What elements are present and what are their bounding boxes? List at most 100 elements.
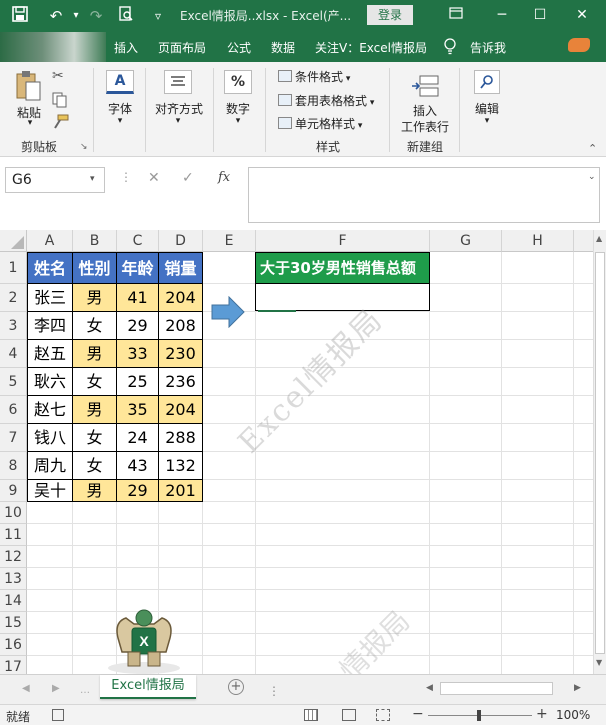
tab-page-layout[interactable]: 页面布局 xyxy=(158,39,206,56)
row-header[interactable]: 6 xyxy=(0,396,27,424)
sheet-tab-active[interactable]: Excel情报局 xyxy=(100,675,196,699)
table-header-cell[interactable]: 销量 xyxy=(159,252,203,284)
column-header[interactable]: G xyxy=(430,230,502,252)
vertical-scrollbar[interactable]: ▲ ▼ xyxy=(593,230,606,674)
name-cell[interactable]: 赵七 xyxy=(27,396,73,424)
share-icon[interactable] xyxy=(568,38,590,52)
dialog-launcher-icon[interactable]: ↘ xyxy=(80,142,88,152)
column-header[interactable]: D xyxy=(159,230,203,252)
age-cell[interactable]: 24 xyxy=(117,424,159,452)
row-header[interactable]: 8 xyxy=(0,452,27,480)
column-header[interactable]: B xyxy=(73,230,117,252)
collapse-ribbon-icon[interactable]: ⌃ xyxy=(588,142,597,155)
sales-cell[interactable]: 204 xyxy=(159,396,203,424)
sales-cell[interactable]: 288 xyxy=(159,424,203,452)
tab-tell-me[interactable]: 告诉我 xyxy=(470,39,506,56)
function-icon[interactable]: fx xyxy=(218,170,230,185)
macro-record-icon[interactable] xyxy=(52,709,64,721)
scroll-right-icon[interactable]: ▶ xyxy=(574,683,581,693)
name-cell[interactable]: 钱八 xyxy=(27,424,73,452)
plus-circle-icon[interactable]: + xyxy=(228,679,244,695)
alignment-dropdown-icon[interactable]: ▾ xyxy=(168,116,188,126)
font-dropdown-icon[interactable]: ▾ xyxy=(110,116,130,126)
customize-toolbar-icon[interactable]: ▿ xyxy=(148,6,168,26)
zoom-level[interactable]: 100% xyxy=(556,708,590,722)
gender-cell[interactable]: 男 xyxy=(73,396,117,424)
restore-icon[interactable]: ☐ xyxy=(528,4,552,26)
sales-cell[interactable]: 208 xyxy=(159,312,203,340)
sales-cell[interactable]: 201 xyxy=(159,480,203,502)
page-layout-view-icon[interactable] xyxy=(342,709,356,721)
edit-button[interactable]: 编辑 xyxy=(466,100,508,117)
column-header[interactable]: C xyxy=(117,230,159,252)
name-cell[interactable]: 张三 xyxy=(27,284,73,312)
select-all-corner[interactable] xyxy=(0,230,27,252)
row-header[interactable]: 13 xyxy=(0,568,27,590)
gender-cell[interactable]: 男 xyxy=(73,340,117,368)
conditional-format-button[interactable]: 条件格式 ▾ xyxy=(278,68,350,86)
redo-icon[interactable]: ↷ xyxy=(86,6,106,26)
column-header[interactable]: H xyxy=(502,230,574,252)
next-sheet-icon[interactable]: ▶ xyxy=(52,683,60,694)
table-header-cell[interactable]: 年龄 xyxy=(117,252,159,284)
tab-follow[interactable]: 关注V：Excel情报局 xyxy=(315,39,427,56)
scroll-up-icon[interactable]: ▲ xyxy=(596,234,602,243)
search-icon[interactable] xyxy=(474,70,500,94)
row-header[interactable]: 15 xyxy=(0,612,27,634)
cut-icon[interactable]: ✂ xyxy=(52,68,68,84)
formula-input[interactable] xyxy=(248,167,600,223)
column-header[interactable]: E xyxy=(203,230,256,252)
result-value-cell[interactable] xyxy=(255,284,430,311)
cell-style-button[interactable]: 单元格样式 ▾ xyxy=(278,115,362,133)
page-break-view-icon[interactable] xyxy=(376,709,390,721)
column-header[interactable]: A xyxy=(27,230,73,252)
gender-cell[interactable]: 男 xyxy=(73,284,117,312)
row-header[interactable]: 11 xyxy=(0,524,27,546)
cancel-icon[interactable]: ✕ xyxy=(148,170,160,186)
name-cell[interactable]: 周九 xyxy=(27,452,73,480)
row-header[interactable]: 3 xyxy=(0,312,27,340)
sales-cell[interactable]: 204 xyxy=(159,284,203,312)
table-header-cell[interactable]: 姓名 xyxy=(27,252,73,284)
age-cell[interactable]: 29 xyxy=(117,480,159,502)
row-header[interactable]: 12 xyxy=(0,546,27,568)
scroll-left-icon[interactable]: ◀ xyxy=(426,683,433,693)
prev-sheet-icon[interactable]: ◀ xyxy=(22,683,30,694)
row-header[interactable]: 16 xyxy=(0,634,27,656)
font-icon[interactable]: A xyxy=(106,70,134,94)
normal-view-icon[interactable] xyxy=(304,709,318,721)
ribbon-display-icon[interactable] xyxy=(444,4,468,26)
table-header-cell[interactable]: 性别 xyxy=(73,252,117,284)
copy-icon[interactable] xyxy=(52,92,70,108)
name-cell[interactable]: 吴十 xyxy=(27,480,73,502)
font-button[interactable]: 字体 xyxy=(100,100,140,117)
scroll-thumb[interactable] xyxy=(595,252,605,654)
undo-icon[interactable]: ↶ xyxy=(46,6,66,26)
undo-dropdown-icon[interactable]: ▾ xyxy=(66,6,86,26)
close-icon[interactable]: ✕ xyxy=(570,4,594,26)
expand-formula-icon[interactable]: ⌄ xyxy=(588,172,596,182)
paste-icon[interactable] xyxy=(14,70,44,102)
sales-cell[interactable]: 230 xyxy=(159,340,203,368)
row-header[interactable]: 10 xyxy=(0,502,27,524)
format-painter-icon[interactable] xyxy=(52,114,70,130)
sheet-dots-icon[interactable]: … xyxy=(80,685,90,696)
result-header-cell[interactable]: 大于30岁男性销售总额 xyxy=(255,252,430,284)
sales-cell[interactable]: 132 xyxy=(159,452,203,480)
gender-cell[interactable]: 女 xyxy=(73,368,117,396)
age-cell[interactable]: 35 xyxy=(117,396,159,424)
row-header[interactable]: 4 xyxy=(0,340,27,368)
age-cell[interactable]: 43 xyxy=(117,452,159,480)
name-cell[interactable]: 赵五 xyxy=(27,340,73,368)
age-cell[interactable]: 41 xyxy=(117,284,159,312)
sales-cell[interactable]: 236 xyxy=(159,368,203,396)
gender-cell[interactable]: 女 xyxy=(73,452,117,480)
row-header[interactable]: 2 xyxy=(0,284,27,312)
number-dropdown-icon[interactable]: ▾ xyxy=(228,116,248,126)
zoom-slider-thumb[interactable] xyxy=(477,710,481,721)
zoom-in-icon[interactable]: + xyxy=(536,706,548,722)
table-format-button[interactable]: 套用表格格式 ▾ xyxy=(278,92,374,110)
minimize-icon[interactable]: ─ xyxy=(490,4,514,26)
age-cell[interactable]: 29 xyxy=(117,312,159,340)
edit-dropdown-icon[interactable]: ▾ xyxy=(477,116,497,126)
